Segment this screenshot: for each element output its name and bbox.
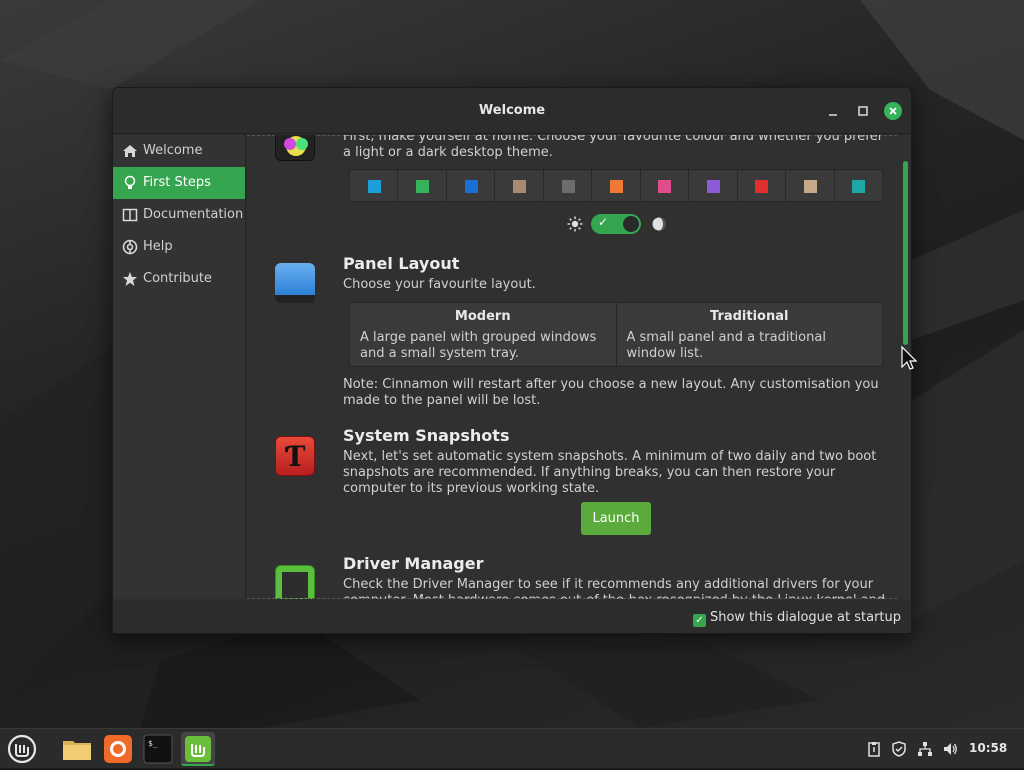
panel-layout-title: Panel Layout [343, 254, 460, 273]
timeshift-icon: Ƭ [275, 436, 315, 476]
colour-swatch[interactable] [447, 170, 496, 201]
book-icon [122, 208, 138, 222]
layout-option-description: A small panel and a traditional window l… [626, 330, 826, 361]
colour-swatch[interactable] [495, 170, 544, 201]
dark-theme-switch[interactable]: ✓ [591, 214, 641, 234]
colour-swatch-chip [852, 179, 866, 193]
volume-icon[interactable] [942, 741, 958, 757]
firefox-icon [104, 735, 132, 763]
colour-swatch-chip [706, 179, 720, 193]
dark-theme-icon [652, 217, 666, 231]
network-icon[interactable] [917, 741, 933, 757]
close-icon [889, 107, 897, 115]
colour-swatch[interactable] [738, 170, 787, 201]
colour-swatch-chip [609, 179, 623, 193]
shield-icon[interactable] [891, 741, 907, 757]
titlebar[interactable]: Welcome [113, 88, 911, 134]
scrollbar-thumb[interactable] [903, 161, 908, 345]
checkbox-checked-icon: ✓ [692, 614, 706, 627]
sidebar-item-documentation[interactable]: Documentation [113, 199, 245, 231]
maximize-button[interactable] [854, 102, 872, 120]
driver-manager-description: Check the Driver Manager to see if it re… [343, 577, 885, 599]
divider [247, 598, 897, 599]
layout-option-description: A large panel with grouped windows and a… [360, 330, 597, 361]
layout-option-title: Traditional [710, 309, 789, 324]
colour-swatch[interactable] [398, 170, 447, 201]
colour-swatch-chip [803, 179, 817, 193]
panel-layout-description: Choose your favourite layout. [343, 277, 536, 292]
theme-description: First, make yourself at home. Choose you… [343, 135, 884, 160]
content-area: First, make yourself at home. Choose you… [247, 135, 911, 599]
mouse-cursor-icon [901, 345, 918, 370]
svg-text:$_: $_ [148, 739, 158, 748]
colour-swatch[interactable] [835, 170, 882, 201]
colour-swatch-chip [416, 179, 430, 193]
launch-button[interactable]: Launch [581, 502, 651, 535]
colour-swatch-chip [658, 179, 672, 193]
sidebar-item-contribute[interactable]: Contribute [113, 263, 245, 295]
check-icon: ✓ [598, 215, 609, 229]
themes-app-icon [275, 135, 315, 161]
welcome-window: Welcome Welcome First Steps Documentatio… [112, 87, 912, 634]
show-at-startup-checkbox[interactable]: ✓ Show this dialogue at startup [692, 610, 901, 627]
colour-swatch-chip [561, 179, 575, 193]
colour-swatch-bar [349, 169, 883, 202]
colour-swatch[interactable] [592, 170, 641, 201]
sidebar-item-help[interactable]: Help [113, 231, 245, 263]
colour-swatch[interactable] [641, 170, 690, 201]
colour-swatch[interactable] [786, 170, 835, 201]
sidebar: Welcome First Steps Documentation Help C… [113, 135, 246, 599]
window-title: Welcome [478, 103, 546, 118]
light-theme-icon [567, 216, 583, 232]
startup-label: Show this dialogue at startup [709, 610, 901, 625]
colour-swatch[interactable] [689, 170, 738, 201]
minimize-icon [829, 114, 837, 116]
sidebar-item-first-steps[interactable]: First Steps [113, 167, 245, 199]
taskbar-firefox[interactable] [101, 732, 135, 766]
snapshots-description: Next, let's set automatic system snapsho… [343, 449, 877, 496]
colour-swatch[interactable] [350, 170, 399, 201]
layout-option-title: Modern [454, 309, 511, 324]
driver-manager-icon [275, 565, 315, 599]
clipboard-icon[interactable] [866, 741, 882, 757]
layout-options: Modern A large panel with grouped window… [349, 302, 883, 367]
lifebuoy-icon [122, 239, 138, 255]
colour-swatch[interactable] [544, 170, 593, 201]
panel-layout-icon [275, 263, 315, 303]
layout-option-traditional[interactable]: Traditional A small panel and a traditio… [617, 303, 883, 366]
layout-option-modern[interactable]: Modern A large panel with grouped window… [350, 303, 617, 366]
sidebar-item-label: Documentation [143, 207, 244, 222]
colour-swatch-chip [755, 179, 769, 193]
sidebar-item-label: Help [143, 239, 173, 254]
welcome-icon [185, 736, 211, 762]
minimize-button[interactable] [824, 102, 842, 120]
colour-swatch-chip [367, 179, 381, 193]
taskbar-terminal[interactable]: $_ [141, 732, 175, 766]
maximize-icon [858, 106, 868, 116]
taskbar: $_ 10:58 [0, 728, 1024, 768]
switch-knob [623, 216, 639, 232]
home-icon [123, 145, 137, 157]
taskbar-files[interactable] [60, 732, 94, 766]
driver-manager-title: Driver Manager [343, 554, 484, 573]
mint-menu-icon [7, 734, 37, 764]
panel-layout-note: Note: Cinnamon will restart after you ch… [343, 377, 879, 408]
close-button[interactable] [884, 102, 902, 120]
clock[interactable]: 10:58 [969, 741, 1007, 755]
lightbulb-icon [124, 175, 136, 189]
colour-swatch-chip [464, 179, 478, 193]
mint-menu-button[interactable] [5, 732, 39, 766]
sidebar-item-welcome[interactable]: Welcome [113, 135, 245, 167]
footer: ✓ Show this dialogue at startup [113, 600, 911, 633]
terminal-icon: $_ [143, 734, 173, 764]
sidebar-item-label: Contribute [143, 271, 212, 286]
files-icon [63, 741, 91, 760]
taskbar-welcome[interactable] [181, 732, 215, 766]
colour-swatch-chip [513, 179, 527, 193]
theme-toggle-row: ✓ [567, 213, 667, 235]
snapshots-title: System Snapshots [343, 426, 510, 445]
sidebar-item-label: First Steps [143, 175, 211, 190]
sidebar-item-label: Welcome [143, 143, 203, 158]
star-icon [123, 272, 137, 286]
